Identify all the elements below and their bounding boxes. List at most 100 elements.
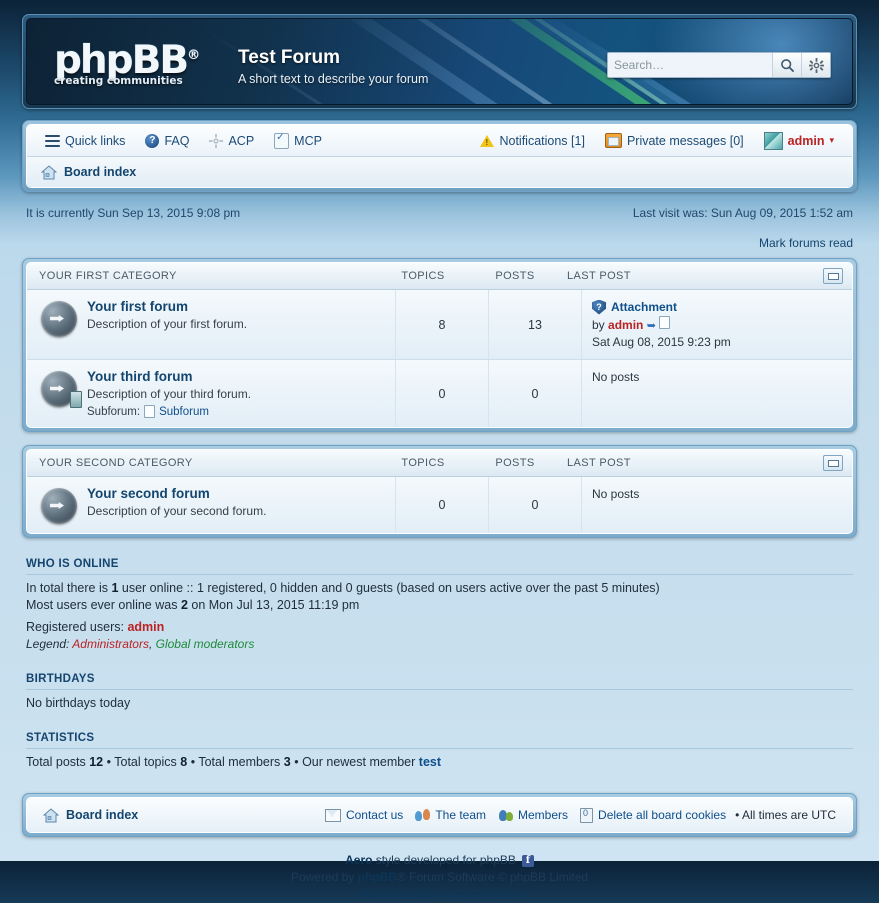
nav-row-breadcrumb: Board index: [27, 157, 852, 187]
collapse-category-button[interactable]: [823, 268, 843, 284]
birthdays-text: No birthdays today: [26, 696, 131, 710]
envelope-icon: [604, 133, 622, 148]
total-members-value: 3: [283, 755, 291, 769]
style-name: Aero: [345, 853, 373, 867]
statistics-heading: STATISTICS: [26, 732, 853, 749]
acp-label: ACP: [228, 133, 255, 148]
who-is-online-section: WHO IS ONLINE In total there is 1 user o…: [26, 558, 853, 653]
nav-item-acp[interactable]: ACP: [205, 133, 258, 148]
members-label: Members: [518, 808, 569, 822]
contact-us-label: Contact us: [345, 808, 404, 822]
forum-link[interactable]: Your second forum: [87, 486, 210, 501]
newest-member-link[interactable]: test: [419, 755, 441, 769]
search-submit-button[interactable]: [772, 53, 801, 77]
user-menu[interactable]: admin ▾: [760, 131, 838, 150]
forum-link[interactable]: Your first forum: [87, 299, 188, 314]
no-posts-label: No posts: [592, 487, 640, 501]
gear-icon: [808, 57, 824, 73]
cookie-icon: [580, 807, 594, 823]
forum-description: Description of your second forum.: [87, 504, 267, 518]
username-label: admin: [787, 133, 825, 148]
forum-row: Your third forum Description of your thi…: [27, 360, 852, 427]
style-credit-text: style developed for phpBB: [372, 853, 516, 867]
legend-global-moderators[interactable]: Global moderators: [156, 637, 255, 651]
forum-description: Description of your first forum.: [87, 317, 248, 331]
powered-by-pre: Powered by: [290, 870, 358, 884]
delete-cookies-link[interactable]: Delete all board cookies: [580, 807, 727, 823]
forum-last-post: No posts: [581, 477, 852, 533]
logo-registered-mark: ®: [187, 48, 201, 63]
nav-item-notifications[interactable]: Notifications [1]: [476, 134, 588, 148]
header-banner: phpBB® creating communities Test Forum A…: [26, 18, 853, 105]
forum-link[interactable]: Your third forum: [87, 369, 193, 384]
mail-icon: [324, 808, 341, 822]
total-posts-value: 12: [89, 755, 104, 769]
page-wrapper: phpBB® creating communities Test Forum A…: [22, 0, 857, 903]
nav-item-private-messages[interactable]: Private messages [0]: [601, 133, 748, 148]
statistics-text: Total posts 12 • Total topics 8 • Total …: [26, 754, 853, 771]
last-post-author[interactable]: admin: [608, 318, 643, 332]
stat-separator: •: [290, 755, 303, 769]
registered-users-label: Registered users:: [26, 620, 128, 634]
subforum-link[interactable]: Subforum: [159, 406, 209, 418]
search-options-button[interactable]: [801, 53, 830, 77]
legend-administrators[interactable]: Administrators: [72, 637, 149, 651]
acp-line: Administration Control Panel: [22, 886, 857, 903]
category-header: YOUR FIRST CATEGORY TOPICS POSTS LAST PO…: [27, 263, 852, 290]
nav-item-faq[interactable]: ? FAQ: [141, 133, 193, 148]
mark-forums-read-link[interactable]: Mark forums read: [759, 236, 853, 250]
total-members-label: Total members: [198, 755, 284, 769]
birthdays-section: BIRTHDAYS No birthdays today: [26, 673, 853, 712]
legend-separator: ,: [148, 637, 156, 651]
delete-cookies-label: Delete all board cookies: [598, 808, 727, 822]
current-time: It is currently Sun Sep 13, 2015 9:08 pm: [26, 206, 241, 220]
notifications-label: Notifications [1]: [499, 133, 585, 148]
powered-by-post: ® Forum Software © phpBB Limited: [396, 870, 589, 884]
collapse-category-button[interactable]: [823, 455, 843, 471]
last-post-title[interactable]: Attachment: [611, 299, 677, 315]
last-post-by-label: by: [592, 318, 605, 332]
registered-user-link[interactable]: admin: [127, 620, 164, 634]
quick-links-menu[interactable]: Quick links: [41, 132, 129, 150]
last-visit: Last visit was: Sun Aug 09, 2015 1:52 am: [632, 206, 853, 220]
forum-icon[interactable]: [41, 301, 77, 337]
copyright-block: Aero style developed for phpBB f Powered…: [22, 852, 857, 903]
forum-icon[interactable]: [41, 488, 77, 524]
site-name-block: Test Forum A short text to describe your…: [238, 47, 428, 86]
contact-us-link[interactable]: Contact us: [324, 808, 404, 822]
timezone-label: • All times are UTC: [735, 808, 836, 822]
hamburger-icon: [45, 132, 60, 150]
faq-label: FAQ: [164, 133, 190, 148]
breadcrumb-board-index[interactable]: Board index: [41, 164, 136, 180]
administration-control-panel-link[interactable]: Administration Control Panel: [356, 887, 522, 901]
forum-topics-count: 0: [395, 477, 488, 533]
legend-line: Legend: Administrators, Global moderator…: [26, 637, 254, 651]
category-header: YOUR SECOND CATEGORY TOPICS POSTS LAST P…: [27, 450, 852, 477]
the-team-link[interactable]: The team: [415, 808, 486, 822]
online-line2-pre: Most users ever online was: [26, 598, 181, 612]
phpbb-logo[interactable]: phpBB® creating communities: [54, 36, 214, 92]
the-team-label: The team: [435, 808, 487, 822]
search-input[interactable]: [608, 54, 772, 76]
subforum-row: Subforum: Subforum: [87, 405, 251, 418]
forum-last-post: ? Attachment by admin ➥ Sat Aug 08, 2015…: [581, 290, 852, 359]
site-title: Test Forum: [238, 47, 341, 68]
goto-post-icon[interactable]: ➥: [647, 320, 656, 332]
footer-bar: Board index Contact us The team Members: [22, 793, 857, 837]
column-header-last-post: LAST POST: [567, 457, 631, 469]
members-link[interactable]: Members: [498, 808, 568, 822]
private-messages-label: Private messages [0]: [626, 133, 744, 148]
forum-icon[interactable]: [41, 371, 82, 408]
footer-board-index-label: Board index: [66, 808, 139, 822]
phpbb-brand: phpBB: [357, 870, 397, 884]
footer-board-index-link[interactable]: Board index: [43, 807, 139, 823]
column-header-last-post: LAST POST: [567, 270, 631, 282]
house-icon: [41, 164, 57, 179]
nav-item-mcp[interactable]: MCP: [270, 132, 326, 149]
column-header-topics: TOPICS: [401, 270, 445, 282]
page-icon: [144, 405, 156, 418]
page-icon: [659, 316, 671, 329]
members-icon: [498, 809, 514, 822]
search-box[interactable]: [607, 52, 831, 78]
house-icon: [43, 807, 59, 822]
